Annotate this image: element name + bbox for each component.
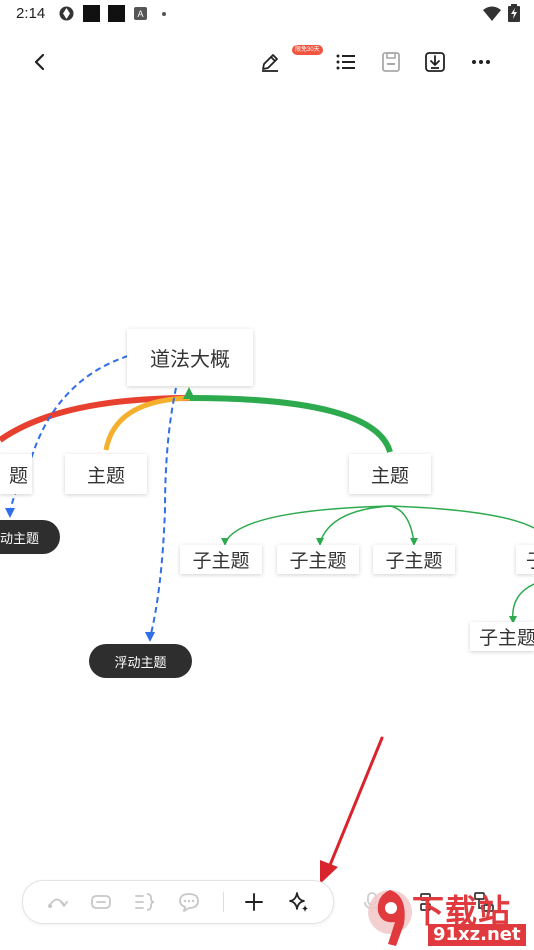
status-time: 2:14 [16,5,46,22]
branch-line-orange [103,395,191,451]
save-icon [382,52,400,72]
comment-icon [179,893,199,912]
brace-icon [135,893,155,911]
undo-button[interactable] [39,881,75,923]
subtopic-node-partial[interactable]: 子 [516,545,534,574]
annotation-arrow [320,736,384,884]
chevron-left-icon [34,53,45,71]
more-button[interactable] [461,40,501,84]
ai-sparkle-icon [289,892,308,912]
watermark-logo: 下载站 91xz.net [366,884,534,950]
subtopic-node[interactable]: 子主题 [180,545,262,574]
status-bar: 2:14 A [0,0,534,28]
watermark-url: 91xz.net [428,924,526,946]
topic-node-left[interactable]: 题 [0,454,32,494]
root-node[interactable]: 道法大概 [127,329,253,386]
more-dots-icon [472,60,490,64]
subtopic-node[interactable]: 子主题 [373,545,455,574]
back-button[interactable] [20,40,60,84]
download-button[interactable] [415,40,455,84]
black-square-icon [108,5,125,22]
pen-badge: 限免30天 [292,45,323,55]
branch-line-red [0,395,191,443]
floating-topic-node[interactable]: 浮动主题 [89,644,192,678]
app-icon [59,6,74,21]
outline-button[interactable] [326,40,366,84]
subtopic-arrowheads [221,538,517,624]
toolbar-divider [223,892,224,912]
save-button[interactable] [371,40,411,84]
brace-button[interactable] [127,881,163,923]
svg-text:A: A [137,9,143,19]
text-box-button[interactable] [83,881,119,923]
add-button[interactable] [236,881,272,923]
subtopic-node-lower[interactable]: 子主题 [470,622,534,651]
text-box-icon [91,895,111,909]
floating-topic-node-left[interactable]: 动主题 [0,520,60,554]
undo-icon [48,898,68,908]
wifi-icon [483,6,501,21]
branch-line-green [189,395,393,453]
add-icon [245,893,263,911]
battery-charging-icon [508,4,520,22]
root-connector-marker [183,387,195,399]
download-icon [425,52,445,72]
topic-node-right[interactable]: 主题 [349,454,431,494]
a-badge-icon: A [134,7,147,20]
comment-button[interactable] [171,881,207,923]
mindmap-canvas[interactable]: 道法大概 题 主题 主题 子主题 子主题 子主题 子 子主题 动主题 浮动主题 [0,90,534,860]
dot-icon [162,12,166,16]
subtopic-node[interactable]: 子主题 [277,545,359,574]
pen-button[interactable] [250,40,290,84]
bottom-toolbar [22,880,334,924]
top-toolbar [0,40,534,84]
outline-list-icon [336,54,355,70]
black-square-icon [83,5,100,22]
topic-node-middle[interactable]: 主题 [65,454,147,494]
pen-icon [262,54,278,72]
ai-button[interactable] [281,881,317,923]
